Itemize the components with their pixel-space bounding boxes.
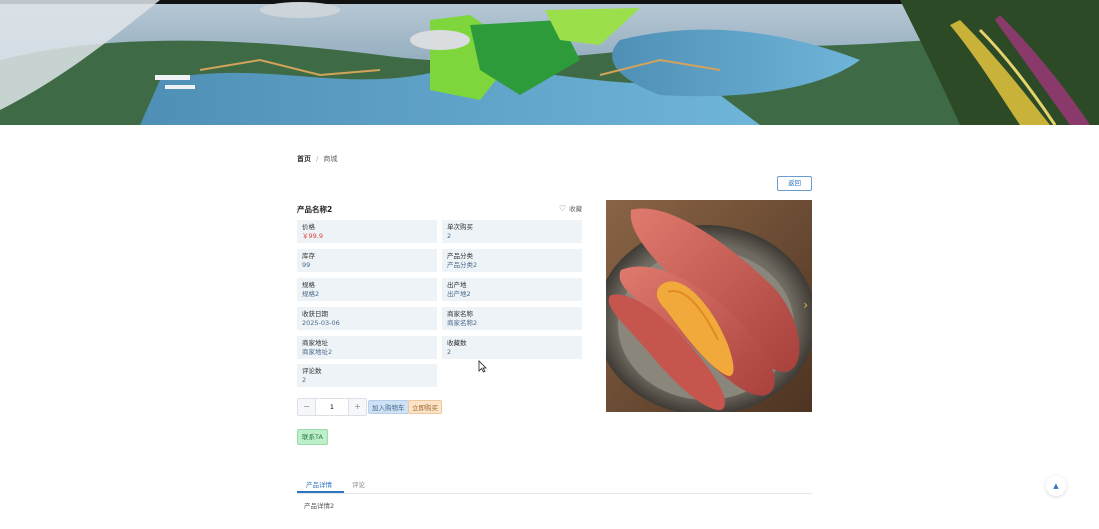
buy-now-button[interactable]: 立即购买 (408, 400, 442, 414)
attr-price: 价格 ￥99.9 (297, 220, 437, 243)
attr-value: 99 (302, 261, 311, 269)
mouse-cursor-icon (478, 360, 487, 373)
attr-value: 2 (447, 232, 452, 240)
breadcrumb: 首页 / 商城 (297, 154, 337, 164)
attr-origin: 出产地 出产地2 (442, 278, 582, 301)
quantity-input[interactable] (315, 399, 349, 415)
attr-merchant-address: 商家地址 商家地址2 (297, 336, 437, 359)
active-tab-indicator (297, 491, 344, 493)
attr-label: 收藏数 (447, 339, 467, 347)
tab-product-details[interactable]: 产品详情 (306, 479, 332, 489)
favorite-label: 收藏 (569, 205, 583, 213)
tab-comments[interactable]: 评论 (352, 479, 365, 489)
attr-label: 商家名称 (447, 310, 473, 318)
favorite-button[interactable]: ♡ 收藏 (559, 203, 582, 213)
attr-value: 2 (447, 348, 452, 356)
attr-value: 商家地址2 (302, 348, 333, 356)
chevron-right-icon[interactable]: › (803, 298, 808, 312)
attr-label: 出产地 (447, 281, 467, 289)
attr-value: 出产地2 (447, 290, 471, 298)
attr-value: 规格2 (302, 290, 320, 298)
attr-favorite-count: 收藏数 2 (442, 336, 582, 359)
attr-label: 价格 (302, 223, 315, 231)
quantity-stepper: − + (297, 398, 367, 416)
tab-bar: 产品详情 评论 (297, 475, 812, 494)
attr-stock: 库存 99 (297, 249, 437, 272)
back-to-top-button[interactable]: ▲ (1046, 476, 1066, 496)
header-banner-image (0, 0, 1099, 125)
increase-button[interactable]: + (349, 399, 366, 415)
add-to-cart-button[interactable]: 加入购物车 (368, 400, 409, 414)
heart-outline-icon: ♡ (559, 204, 567, 213)
attr-value: 商家名称2 (447, 319, 478, 327)
tab-content-text: 产品详情2 (304, 502, 335, 510)
product-title: 产品名称2 (297, 205, 333, 214)
attr-label: 单次购买 (447, 223, 473, 231)
attr-label: 产品分类 (447, 252, 473, 260)
decrease-button[interactable]: − (298, 399, 315, 415)
breadcrumb-home[interactable]: 首页 (297, 155, 311, 163)
back-button[interactable]: 返回 (777, 176, 812, 191)
attr-merchant-name: 商家名称 商家名称2 (442, 307, 582, 330)
attr-value: 2025-03-06 (302, 319, 340, 327)
attr-label: 商家地址 (302, 339, 328, 347)
attr-label: 库存 (302, 252, 315, 260)
attr-label: 规格 (302, 281, 315, 289)
attr-value: 产品分类2 (447, 261, 478, 269)
contact-seller-button[interactable]: 联系TA (297, 429, 328, 445)
attr-label: 评论数 (302, 367, 322, 375)
attr-category: 产品分类 产品分类2 (442, 249, 582, 272)
caret-up-icon: ▲ (1053, 482, 1059, 490)
attr-single-purchase: 单次购买 2 (442, 220, 582, 243)
attr-comment-count: 评论数 2 (297, 364, 437, 387)
price-value: ￥99.9 (302, 232, 323, 240)
breadcrumb-separator: / (316, 155, 319, 163)
attr-spec: 规格 规格2 (297, 278, 437, 301)
attr-label: 收获日期 (302, 310, 328, 318)
attr-harvest-date: 收获日期 2025-03-06 (297, 307, 437, 330)
attr-value: 2 (302, 376, 307, 384)
product-image: › (606, 200, 812, 412)
breadcrumb-current: 商城 (323, 155, 338, 163)
